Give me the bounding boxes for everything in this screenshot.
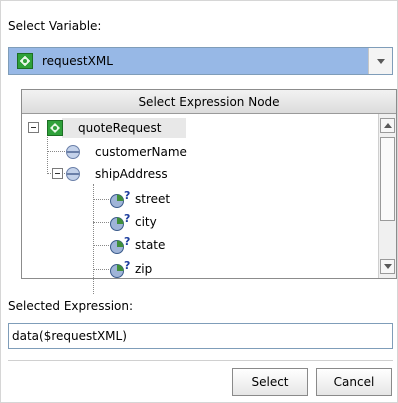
chevron-down-icon xyxy=(377,59,385,64)
tree-node-shipaddress[interactable]: shipAddress xyxy=(22,164,380,184)
tree-node-label: quoteRequest xyxy=(78,121,162,135)
tree-node-state[interactable]: ? state xyxy=(22,235,380,255)
scroll-thumb[interactable] xyxy=(380,137,395,221)
selected-expression-label: Selected Expression: xyxy=(8,299,134,313)
tree-vertical-scrollbar[interactable] xyxy=(378,114,396,278)
element-icon xyxy=(66,167,80,181)
tree-node-street[interactable]: ? street xyxy=(22,189,380,209)
expression-node-tree-panel: Select Expression Node quoteRequest cust… xyxy=(21,89,397,294)
chevron-up-icon xyxy=(384,123,392,128)
tree-node-zip[interactable]: ? zip xyxy=(22,259,380,279)
selected-expression-field[interactable]: data($requestXML) xyxy=(8,323,393,349)
svg-text:?: ? xyxy=(124,191,130,202)
optional-attribute-icon: ? xyxy=(110,191,130,208)
tree-node-label: state xyxy=(135,238,166,252)
tree-header: Select Expression Node xyxy=(22,90,396,114)
variable-combo-box[interactable]: requestXML xyxy=(8,47,393,75)
tree-node-label: shipAddress xyxy=(95,167,168,181)
tree-node-label: customerName xyxy=(95,145,187,159)
tree-node-customername[interactable]: customerName xyxy=(22,142,380,162)
tree-node-label: street xyxy=(135,192,171,206)
combo-dropdown-button[interactable] xyxy=(368,48,392,74)
cancel-button[interactable]: Cancel xyxy=(316,368,392,396)
tree-node-city[interactable]: ? city xyxy=(22,212,380,232)
collapse-toggle-icon[interactable] xyxy=(28,122,39,133)
xml-variable-icon xyxy=(17,53,33,69)
tree-node-quoterequest[interactable]: quoteRequest xyxy=(22,118,380,138)
optional-attribute-icon: ? xyxy=(110,261,130,278)
element-icon xyxy=(66,145,80,159)
svg-text:?: ? xyxy=(124,214,130,225)
tree-node-label: city xyxy=(135,215,157,229)
selected-expression-value: data($requestXML) xyxy=(12,329,127,343)
collapse-toggle-icon[interactable] xyxy=(52,168,63,179)
svg-text:?: ? xyxy=(124,237,130,248)
scroll-up-button[interactable] xyxy=(380,118,395,133)
optional-attribute-icon: ? xyxy=(110,237,130,254)
expression-tree: quoteRequest customerName shipAddress ? … xyxy=(22,114,380,294)
svg-text:?: ? xyxy=(124,261,130,272)
select-expression-dialog: Select Variable: requestXML Select Expre… xyxy=(0,0,398,403)
optional-attribute-icon: ? xyxy=(110,214,130,231)
scroll-down-button[interactable] xyxy=(380,259,395,274)
variable-combo-value: requestXML xyxy=(42,54,113,68)
xml-variable-icon xyxy=(47,120,63,136)
select-button[interactable]: Select xyxy=(232,368,308,396)
tree-node-label: zip xyxy=(135,262,153,276)
divider xyxy=(8,360,393,361)
chevron-down-icon xyxy=(384,264,392,269)
select-variable-label: Select Variable: xyxy=(8,19,102,33)
